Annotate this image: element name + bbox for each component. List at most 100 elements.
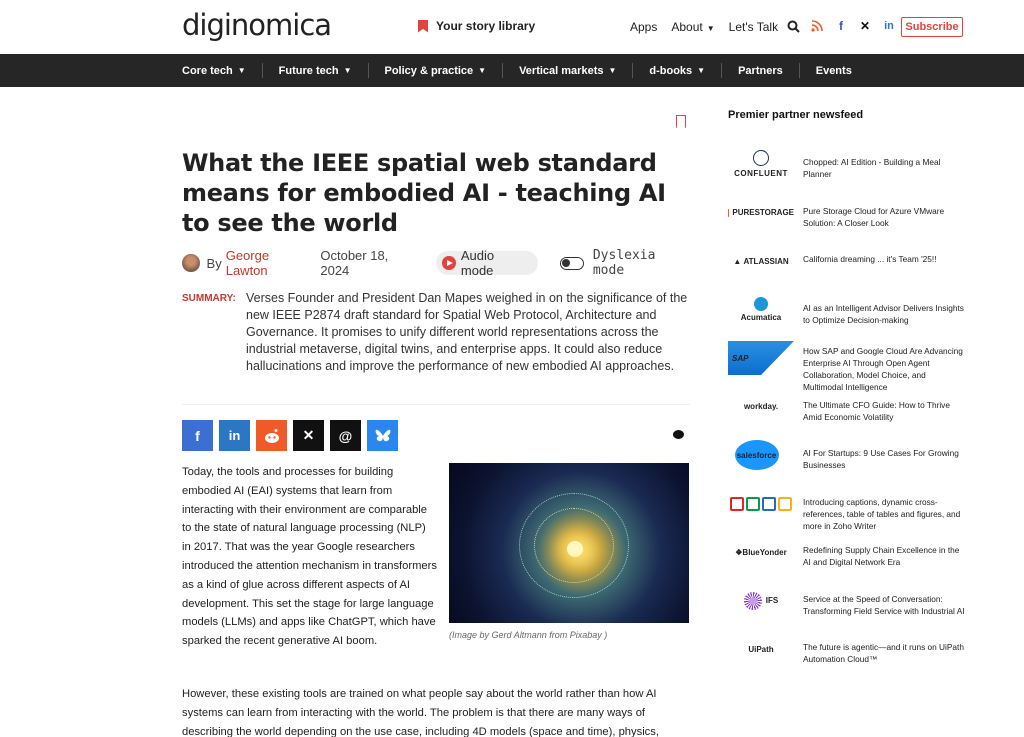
atlassian-logo: ▲ ATLASSIAN <box>728 244 794 278</box>
partner-item[interactable]: Acumatica AI as an Intelligent Advisor D… <box>728 285 968 334</box>
chevron-down-icon: ▼ <box>608 66 617 75</box>
search-icon[interactable] <box>786 19 800 33</box>
partner-headline: AI For Startups: 9 Use Cases For Growing… <box>803 448 959 470</box>
partner-item[interactable]: ▲ ATLASSIAN California dreaming ... it's… <box>728 236 968 285</box>
nav-vertical-markets[interactable]: Vertical markets ▼ <box>519 63 634 78</box>
nav-d-books[interactable]: d-books ▼ <box>649 63 723 78</box>
nav-future-tech[interactable]: Future tech ▼ <box>279 63 369 78</box>
share-facebook-button[interactable]: f <box>182 420 213 451</box>
dyslexia-mode-label: Dyslexia mode <box>592 248 656 278</box>
logo-text: PURESTORAGE <box>732 208 794 217</box>
share-threads-button[interactable]: @ <box>330 420 361 451</box>
share-reddit-button[interactable] <box>256 420 287 451</box>
bookmark-icon <box>418 19 428 33</box>
partner-item[interactable]: UiPath The future is agentic—and it runs… <box>728 624 968 673</box>
partner-item[interactable]: PURESTORAGE Pure Storage Cloud for Azure… <box>728 188 968 237</box>
nav-apps[interactable]: Apps <box>630 20 657 34</box>
dyslexia-toggle[interactable] <box>560 256 584 270</box>
article-byline: By George Lawton October 18, 2024 Audio … <box>182 248 692 278</box>
nav-partners[interactable]: Partners <box>738 63 800 78</box>
chevron-down-icon: ▼ <box>478 66 487 75</box>
article-summary: SUMMARY: Verses Founder and President Da… <box>182 290 692 375</box>
nav-label: Core tech <box>182 64 233 77</box>
summary-label: SUMMARY: <box>182 293 236 304</box>
share-bluesky-button[interactable] <box>367 420 398 451</box>
nav-label: Vertical markets <box>519 64 604 77</box>
partner-item[interactable]: IFS Service at the Speed of Conversation… <box>728 576 968 625</box>
share-x-button[interactable]: ✕ <box>293 420 324 451</box>
rss-icon[interactable] <box>810 19 824 33</box>
byline-prefix: By <box>206 255 222 271</box>
author-avatar <box>182 254 200 272</box>
purestorage-logo: PURESTORAGE <box>728 196 794 230</box>
site-logo[interactable]: diginomica <box>182 8 332 42</box>
comment-icon[interactable] <box>673 430 684 439</box>
linkedin-icon[interactable]: in <box>882 19 896 33</box>
partner-headline: Redefining Supply Chain Excellence in th… <box>803 545 960 567</box>
nav-lets-talk-label: Let's Talk <box>728 20 779 34</box>
partner-item[interactable]: workday. The Ultimate CFO Guide: How to … <box>728 382 968 431</box>
partner-item[interactable]: salesforce AI For Startups: 9 Use Cases … <box>728 430 968 479</box>
partner-headline: Service at the Speed of Conversation: Tr… <box>803 593 965 616</box>
nav-events[interactable]: Events <box>816 63 868 78</box>
logo-text: BlueYonder <box>742 547 787 557</box>
audio-mode-button[interactable]: Audio mode <box>436 248 539 278</box>
divider <box>182 404 690 405</box>
blueyonder-logo: ❖ BlueYonder <box>728 535 794 569</box>
partner-item[interactable]: Introducing captions, dynamic cross-refe… <box>728 479 968 531</box>
publish-date: October 18, 2024 <box>320 248 389 278</box>
purestorage-mark-icon <box>728 208 730 217</box>
play-icon <box>442 256 456 270</box>
salesforce-logo: salesforce <box>734 440 779 470</box>
author-link[interactable]: George Lawton <box>226 248 313 278</box>
partner-item[interactable]: SAP How SAP and Google Cloud Are Advanci… <box>728 333 968 392</box>
chevron-down-icon: ▼ <box>343 66 352 75</box>
article-paragraph-2: However, these existing tools are traine… <box>182 688 659 737</box>
partner-headline: The Ultimate CFO Guide: How to Thrive Am… <box>803 399 950 422</box>
partner-item[interactable]: CONFLUENT Chopped: AI Edition - Building… <box>728 139 968 188</box>
partner-item[interactable]: ❖ BlueYonder Redefining Supply Chain Exce… <box>728 527 968 576</box>
subscribe-button[interactable]: Subscribe <box>901 17 963 37</box>
logo-text: UiPath <box>748 644 774 654</box>
ifs-logo: IFS <box>728 584 794 618</box>
article-title: What the IEEE spatial web standard means… <box>182 149 666 237</box>
partner-headline: AI as an Intelligent Advisor Delivers In… <box>803 302 964 325</box>
image-glow <box>567 541 583 557</box>
partner-headline: Introducing captions, dynamic cross-refe… <box>803 496 961 531</box>
partner-newsfeed: CONFLUENT Chopped: AI Edition - Building… <box>728 139 968 673</box>
summary-text: Verses Founder and President Dan Mapes w… <box>246 291 688 373</box>
nav-about[interactable]: About ▼ <box>671 20 714 34</box>
header-icons: f ✕ in <box>786 19 896 33</box>
x-icon[interactable]: ✕ <box>858 19 872 33</box>
partner-headline: Chopped: AI Edition - Building a Meal Pl… <box>803 157 941 179</box>
chevron-down-icon: ▼ <box>706 24 715 33</box>
nav-core-tech[interactable]: Core tech ▼ <box>182 63 263 78</box>
audio-mode-label: Audio mode <box>460 248 495 278</box>
nav-policy-practice[interactable]: Policy & practice ▼ <box>385 63 504 78</box>
zoho-mark-icon <box>746 496 760 511</box>
zoho-mark-icon <box>762 496 776 511</box>
nav-about-label: About <box>671 20 703 34</box>
logo-text: IFS <box>765 596 779 605</box>
partner-headline: Pure Storage Cloud for Azure VMware Solu… <box>803 205 945 228</box>
nav-lets-talk[interactable]: Let's Talk <box>729 20 778 34</box>
acumatica-logo: Acumatica <box>728 293 794 327</box>
sidebar-title: Premier partner newsfeed <box>728 109 864 121</box>
zoho-logo <box>728 487 794 521</box>
partner-headline: The future is agentic—and it runs on UiP… <box>803 642 964 664</box>
atlassian-mark-icon: ▲ <box>733 256 742 266</box>
main-nav: Core tech ▼ Future tech ▼ Policy & practic… <box>0 54 1024 87</box>
story-library-link[interactable]: Your story library <box>418 19 535 33</box>
facebook-icon[interactable]: f <box>834 19 848 33</box>
nav-label: Policy & practice <box>384 64 474 77</box>
image-caption: (Image by Gerd Altmann from Pixabay ) <box>449 630 608 640</box>
share-linkedin-button[interactable]: in <box>219 420 250 451</box>
article-hero-image <box>449 463 689 623</box>
workday-logo: workday. <box>743 402 779 411</box>
confluent-mark-icon <box>753 150 769 166</box>
site-header: diginomica Your story library Apps About… <box>0 0 1024 54</box>
zoho-mark-icon <box>730 496 744 511</box>
article-paragraph-1: Today, the tools and processes for build… <box>182 466 437 648</box>
save-bookmark-icon[interactable] <box>676 115 686 128</box>
nav-label: Partners <box>738 64 783 77</box>
